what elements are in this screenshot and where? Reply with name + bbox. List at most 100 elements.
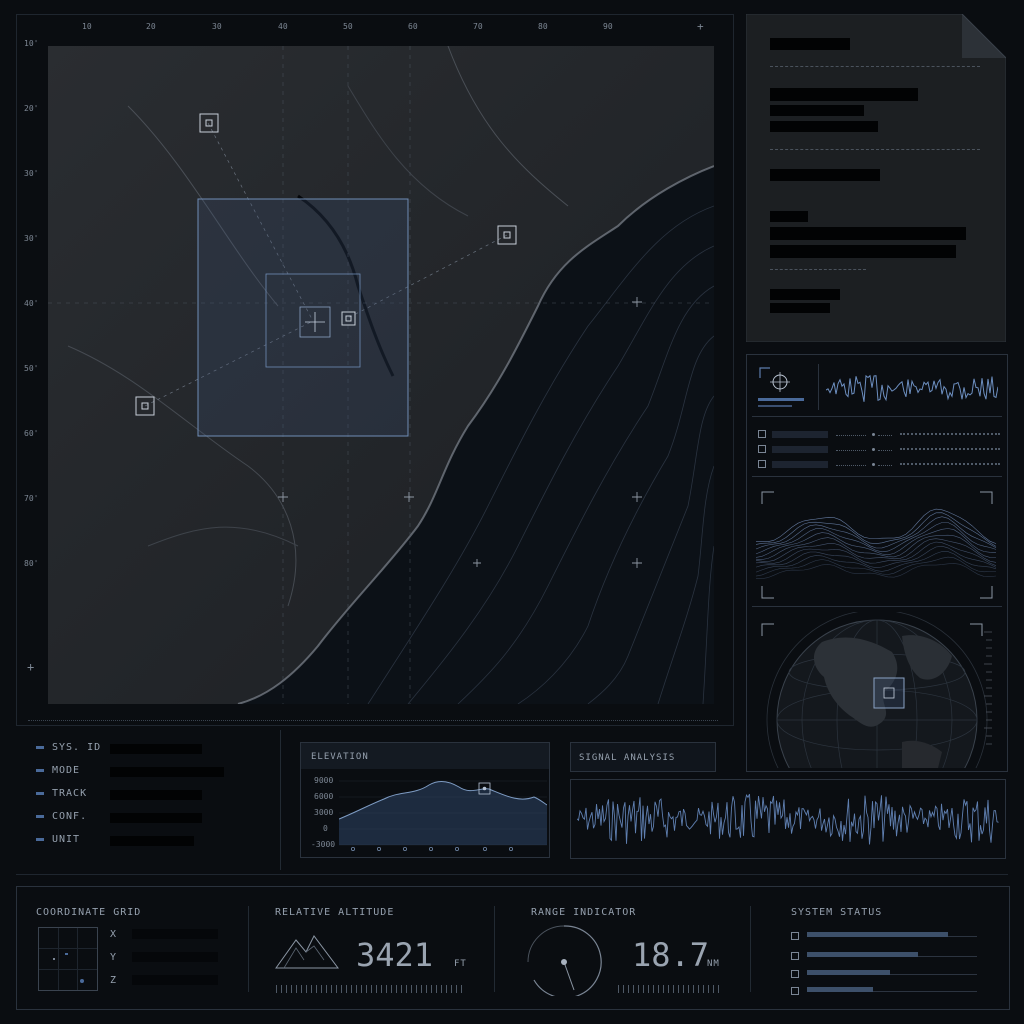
status-row xyxy=(791,968,981,978)
tracking-widget[interactable] xyxy=(752,360,1002,417)
checkbox-icon[interactable] xyxy=(758,445,766,453)
checkbox-icon[interactable] xyxy=(791,952,799,960)
info-row: SYS. ID xyxy=(36,742,276,756)
system-status-list xyxy=(791,930,981,996)
checkbox-icon[interactable] xyxy=(791,932,799,940)
grid-point-icon xyxy=(80,979,84,983)
status-fill-bar xyxy=(807,932,948,937)
signal-waveform xyxy=(577,793,999,845)
altitude-value: 3421 xyxy=(356,936,434,974)
bullet-icon xyxy=(36,769,44,772)
status-row xyxy=(791,930,981,940)
status-fill-bar xyxy=(807,970,890,975)
section-divider xyxy=(16,874,1008,875)
elevation-y-tick: -3000 xyxy=(311,840,336,849)
elevation-title: ELEVATION xyxy=(311,752,369,762)
altitude-unit: FT xyxy=(454,959,467,969)
redacted-line xyxy=(770,227,966,240)
y-tick: 10' xyxy=(24,39,39,48)
elevation-panel: ELEVATION 9000 6000 3000 0 -3000 xyxy=(300,742,550,858)
bullet-icon xyxy=(36,792,44,795)
signal-waveform-panel[interactable] xyxy=(570,779,1006,859)
altitude-scale xyxy=(276,985,466,993)
checkbox-icon[interactable] xyxy=(758,460,766,468)
elevation-y-tick: 6000 xyxy=(314,792,334,801)
wireframe-terrain xyxy=(755,491,997,599)
axis-label-z: Z xyxy=(110,975,118,986)
altitude-title: RELATIVE ALTITUDE xyxy=(275,907,395,918)
x-tick: 10 xyxy=(82,22,92,31)
corner-plus-icon: + xyxy=(697,20,704,33)
system-status-title: SYSTEM STATUS xyxy=(791,907,883,918)
status-fill-bar xyxy=(807,952,918,957)
signal-header: SIGNAL ANALYSIS xyxy=(570,742,716,772)
redacted-value xyxy=(132,952,218,962)
checkbox-icon[interactable] xyxy=(791,970,799,978)
wireframe-terrain-panel[interactable] xyxy=(752,482,1002,607)
globe-panel[interactable] xyxy=(752,612,1002,768)
channel-list xyxy=(752,420,1002,477)
mountain-icon xyxy=(275,935,339,969)
redacted-line xyxy=(770,169,880,181)
redacted-value xyxy=(110,790,202,800)
y-tick: 20' xyxy=(24,104,39,113)
redacted-line xyxy=(770,303,830,313)
document-content xyxy=(746,14,1006,342)
redacted-value xyxy=(110,744,202,754)
status-fill-bar xyxy=(807,987,873,992)
info-label: MODE xyxy=(52,765,81,776)
bullet-icon xyxy=(36,815,44,818)
channel-row[interactable] xyxy=(758,460,1000,470)
redacted-value xyxy=(110,836,194,846)
redacted-value xyxy=(110,767,224,777)
elevation-profile[interactable] xyxy=(339,773,547,855)
redacted-value xyxy=(132,929,218,939)
checkbox-icon[interactable] xyxy=(758,430,766,438)
y-tick: 60' xyxy=(24,429,39,438)
redacted-value xyxy=(110,813,202,823)
grid-point-icon xyxy=(53,958,55,960)
status-bar xyxy=(758,405,792,407)
info-row: UNIT xyxy=(36,834,276,848)
channel-row[interactable] xyxy=(758,430,1000,440)
range-dial-icon[interactable] xyxy=(526,924,602,996)
y-tick: 50' xyxy=(24,364,39,373)
globe xyxy=(761,612,992,768)
y-tick: 40' xyxy=(24,299,39,308)
map-divider xyxy=(28,720,718,721)
y-tick: 70' xyxy=(24,494,39,503)
redacted-line xyxy=(770,38,850,50)
elevation-y-tick: 0 xyxy=(323,824,328,833)
redacted-line xyxy=(770,289,840,300)
oscilloscope-trace xyxy=(826,374,998,402)
info-list: SYS. ID MODE TRACK CONF. UNIT xyxy=(36,740,276,860)
redacted-line xyxy=(770,121,878,132)
channel-row[interactable] xyxy=(758,445,1000,455)
info-row: CONF. xyxy=(36,811,276,825)
info-label: SYS. ID xyxy=(52,742,102,753)
range-value: 18.7 xyxy=(632,936,710,974)
selection-box xyxy=(197,198,409,437)
status-bar xyxy=(758,398,804,401)
x-tick: 30 xyxy=(212,22,222,31)
bullet-icon xyxy=(36,838,44,841)
signal-title: SIGNAL ANALYSIS xyxy=(579,753,676,763)
x-tick: 70 xyxy=(473,22,483,31)
x-tick: 40 xyxy=(278,22,288,31)
status-row xyxy=(791,985,981,995)
map-y-axis: 10' 20' 30' 30' 40' 50' 60' 70' 80' xyxy=(24,0,48,600)
info-label: CONF. xyxy=(52,811,88,822)
x-tick: 50 xyxy=(343,22,353,31)
coord-grid-widget[interactable] xyxy=(38,927,98,991)
axis-label-y: Y xyxy=(110,952,118,963)
crosshair-icon xyxy=(759,367,790,392)
info-label: UNIT xyxy=(52,834,81,845)
globe-target-icon xyxy=(873,677,905,709)
info-row: MODE xyxy=(36,765,276,779)
terrain-map[interactable] xyxy=(48,46,714,704)
checkbox-icon[interactable] xyxy=(791,987,799,995)
vertical-divider xyxy=(494,906,495,992)
vertical-divider xyxy=(750,906,751,992)
vertical-divider xyxy=(280,730,281,870)
vertical-divider xyxy=(248,906,249,992)
